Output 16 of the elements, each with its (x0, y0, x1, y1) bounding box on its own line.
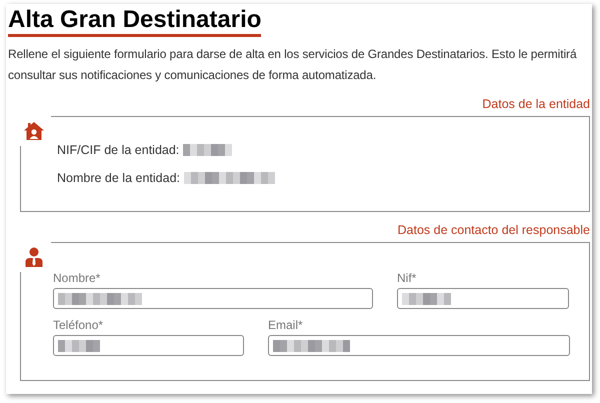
input-field[interactable] (53, 335, 244, 356)
section-heading: Datos de la entidad (481, 97, 590, 111)
intro-text: Rellene el siguiente formulario para darse de alta en los servicios de Grandes Destinatarios. Esto le permitirá consultar sus notificaciones y comunicaciones de forma automatizada. (8, 46, 578, 84)
field-label: Email* (268, 318, 304, 332)
input-field[interactable] (53, 288, 373, 309)
field-label: Teléfono* (53, 318, 104, 332)
house-person-icon (23, 121, 45, 141)
input-field[interactable] (397, 288, 569, 309)
field-label: NIF/CIF de la entidad: (57, 143, 180, 157)
field-label: Nombre de la entidad: (57, 171, 180, 185)
person-tie-icon (25, 247, 43, 267)
field-label: Nombre* (53, 271, 102, 285)
page-title: Alta Gran Destinatario (8, 7, 262, 37)
field-label: Nif* (397, 271, 418, 285)
input-field[interactable] (268, 335, 570, 356)
section-heading: Datos de contacto del responsable (396, 223, 590, 237)
